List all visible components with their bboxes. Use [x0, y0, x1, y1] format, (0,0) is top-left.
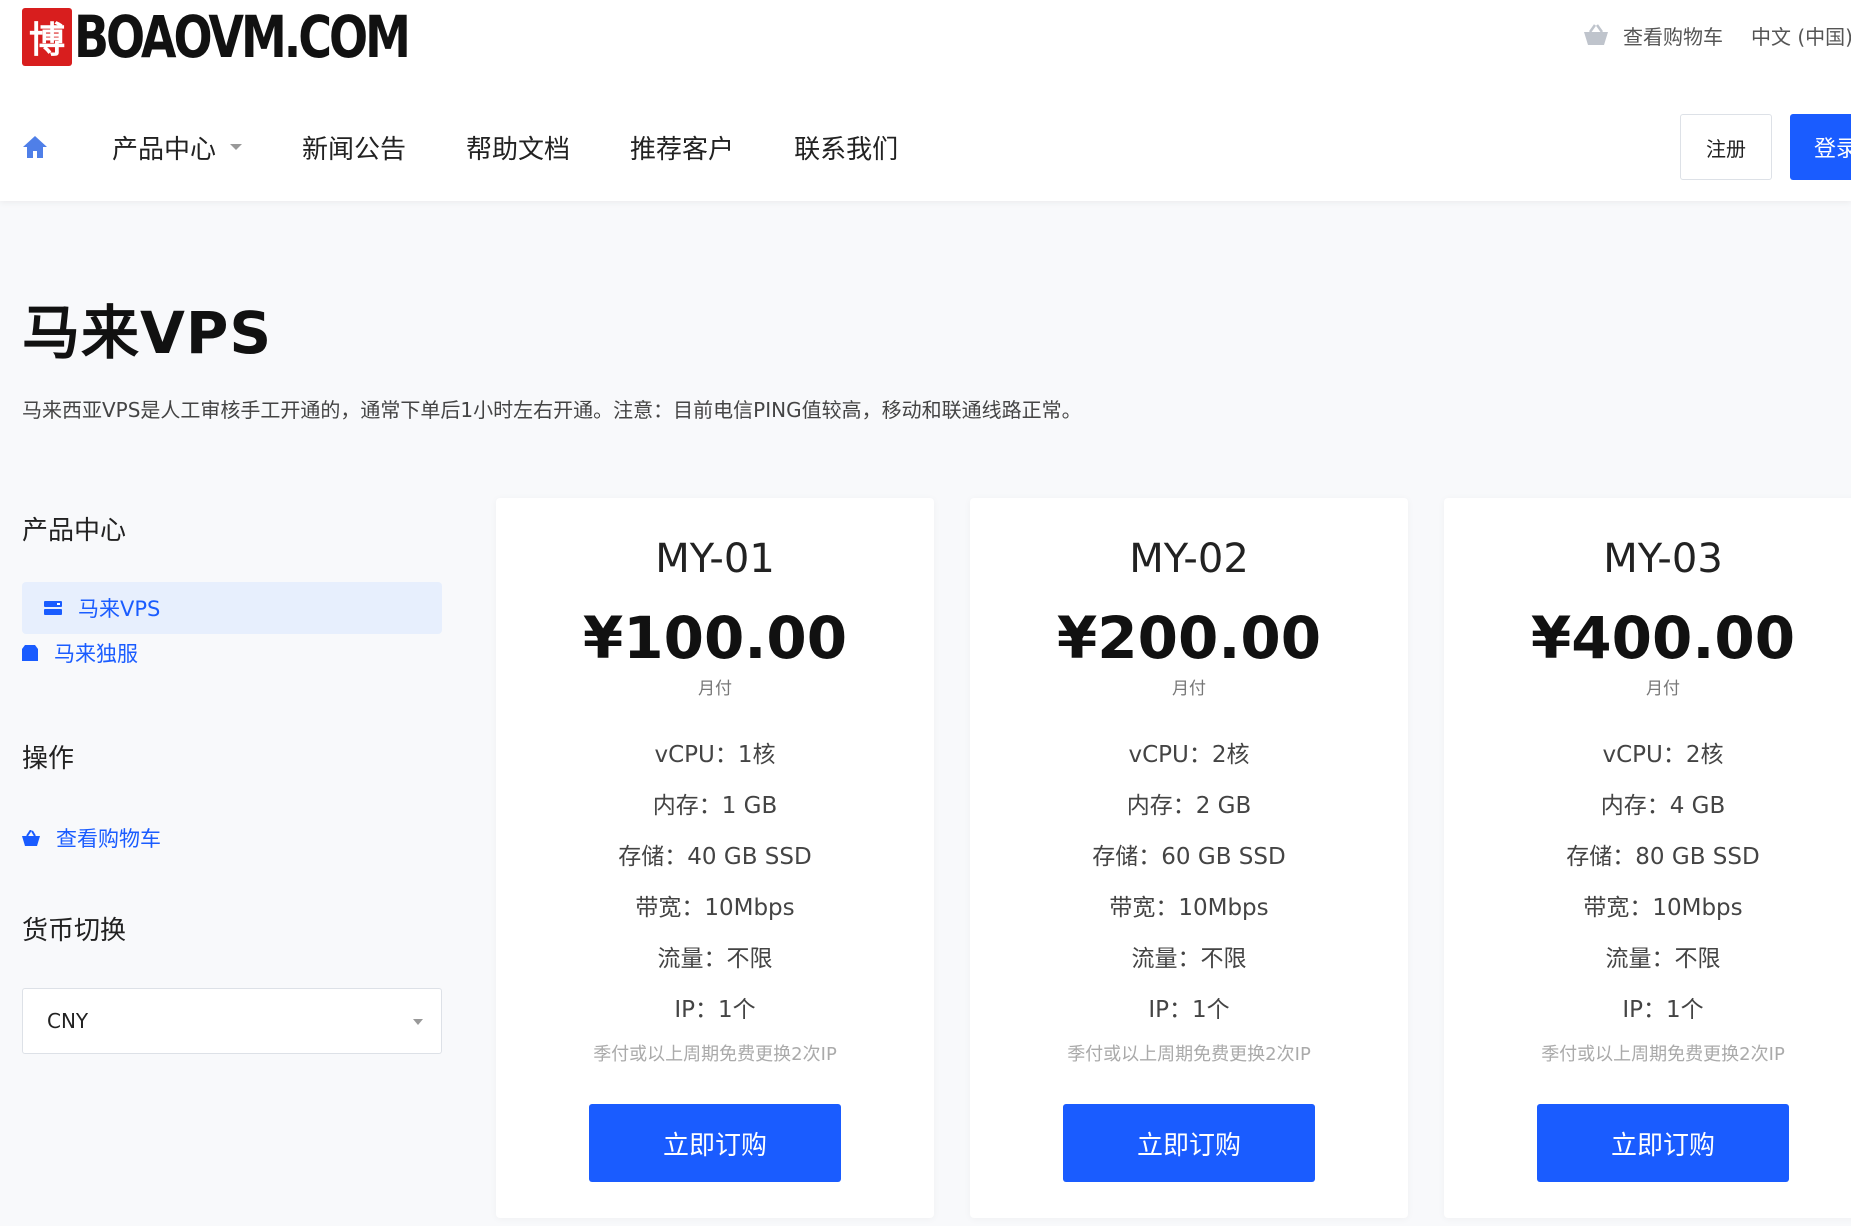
box-icon [22, 645, 38, 661]
order-now-button[interactable]: 立即订购 [1537, 1104, 1789, 1182]
product-price: ¥200.00 [1056, 604, 1322, 672]
product-specs: vCPU：2核 内存：2 GB 存储：60 GB SSD 带宽：10Mbps 流… [970, 730, 1408, 1036]
product-note: 季付或以上周期免费更换2次IP [1541, 1044, 1785, 1065]
sidebar-heading-currency: 货币切换 [22, 916, 127, 946]
order-now-button[interactable]: 立即订购 [589, 1104, 841, 1182]
spec-vcpu: vCPU：2核 [1602, 742, 1724, 768]
spec-vcpu: vCPU：1核 [654, 742, 776, 768]
product-specs: vCPU：2核 内存：4 GB 存储：80 GB SSD 带宽：10Mbps 流… [1444, 730, 1851, 1036]
sidebar-item-view-cart[interactable]: 查看购物车 [22, 812, 442, 864]
spec-storage: 存储：40 GB SSD [618, 844, 812, 870]
billing-cycle: 月付 [1172, 679, 1206, 699]
register-button[interactable]: 注册 [1680, 114, 1772, 180]
chevron-down-icon [230, 144, 243, 150]
product-name: MY-03 [1603, 536, 1723, 582]
logo-seal: 博 [22, 8, 72, 66]
currency-select[interactable]: CNY [22, 988, 442, 1054]
login-button[interactable]: 登录 [1790, 114, 1851, 180]
cart-icon [22, 830, 40, 846]
spec-storage: 存储：80 GB SSD [1566, 844, 1760, 870]
spec-bandwidth: 带宽：10Mbps [1583, 895, 1743, 921]
product-card: MY-01 ¥100.00 月付 vCPU：1核 内存：1 GB 存储：40 G… [496, 498, 934, 1218]
spec-memory: 内存：2 GB [1126, 793, 1252, 819]
product-note: 季付或以上周期免费更换2次IP [593, 1044, 837, 1065]
product-specs: vCPU：1核 内存：1 GB 存储：40 GB SSD 带宽：10Mbps 流… [496, 730, 934, 1036]
nav-item-label: 推荐客户 [630, 134, 735, 165]
nav-item-label: 联系我们 [794, 134, 899, 165]
sidebar-item-label: 马来VPS [78, 597, 161, 621]
product-name: MY-01 [655, 536, 775, 582]
top-cart-link[interactable]: 查看购物车 [1583, 21, 1723, 50]
sidebar-item-label: 马来独服 [54, 642, 138, 666]
spec-bandwidth: 带宽：10Mbps [1109, 895, 1269, 921]
nav-item-label: 帮助文档 [466, 134, 571, 165]
page-title: 马来VPS [22, 299, 273, 367]
sidebar-item-label: 查看购物车 [56, 827, 161, 851]
top-cart-label: 查看购物车 [1623, 24, 1723, 49]
product-note: 季付或以上周期免费更换2次IP [1067, 1044, 1311, 1065]
order-now-button[interactable]: 立即订购 [1063, 1104, 1315, 1182]
nav-item-contact[interactable]: 联系我们 [794, 129, 898, 166]
nav-item-news[interactable]: 新闻公告 [302, 129, 406, 166]
spec-ip: IP：1个 [674, 997, 756, 1023]
nav-item-affiliates[interactable]: 推荐客户 [630, 129, 734, 166]
spec-storage: 存储：60 GB SSD [1092, 844, 1286, 870]
spec-vcpu: vCPU：2核 [1128, 742, 1250, 768]
nav-item-docs[interactable]: 帮助文档 [466, 129, 570, 166]
sidebar-heading-actions: 操作 [22, 744, 75, 774]
spec-ip: IP：1个 [1622, 997, 1704, 1023]
product-card: MY-03 ¥400.00 月付 vCPU：2核 内存：4 GB 存储：80 G… [1444, 498, 1851, 1218]
chevron-down-icon [413, 1019, 423, 1025]
main-nav: 产品中心 新闻公告 帮助文档 推荐客户 联系我们 [22, 122, 958, 172]
product-name: MY-02 [1129, 536, 1249, 582]
logo-text: BOAOVM.COM [74, 3, 411, 71]
page-description: 马来西亚VPS是人工审核手工开通的，通常下单后1小时左右开通。注意：目前电信PI… [22, 398, 1082, 422]
top-utility-bar: 查看购物车 中文 (中国) [1583, 20, 1851, 50]
nav-item-label: 产品中心 [112, 134, 217, 165]
billing-cycle: 月付 [1646, 679, 1680, 699]
site-header: 博 BOAOVM.COM 查看购物车 中文 (中国) 产品中心 新闻公告 帮助文… [0, 0, 1851, 201]
spec-memory: 内存：1 GB [652, 793, 778, 819]
product-card: MY-02 ¥200.00 月付 vCPU：2核 内存：2 GB 存储：60 G… [970, 498, 1408, 1218]
sidebar-item-my-dedicated[interactable]: 马来独服 [22, 627, 442, 679]
product-price: ¥400.00 [1530, 604, 1796, 672]
spec-memory: 内存：4 GB [1600, 793, 1726, 819]
basket-icon [1583, 24, 1609, 46]
currency-value: CNY [47, 1009, 89, 1033]
server-icon [44, 601, 62, 615]
site-logo[interactable]: 博 BOAOVM.COM [22, 3, 411, 71]
sidebar-heading-products: 产品中心 [22, 516, 127, 546]
nav-item-products[interactable]: 产品中心 [112, 129, 243, 166]
spec-traffic: 流量：不限 [1605, 946, 1721, 972]
spec-bandwidth: 带宽：10Mbps [635, 895, 795, 921]
spec-traffic: 流量：不限 [657, 946, 773, 972]
home-icon[interactable] [22, 133, 50, 161]
spec-ip: IP：1个 [1148, 997, 1230, 1023]
nav-item-label: 新闻公告 [302, 134, 407, 165]
billing-cycle: 月付 [698, 679, 732, 699]
language-selector[interactable]: 中文 (中国) [1751, 21, 1851, 50]
spec-traffic: 流量：不限 [1131, 946, 1247, 972]
product-price: ¥100.00 [582, 604, 848, 672]
